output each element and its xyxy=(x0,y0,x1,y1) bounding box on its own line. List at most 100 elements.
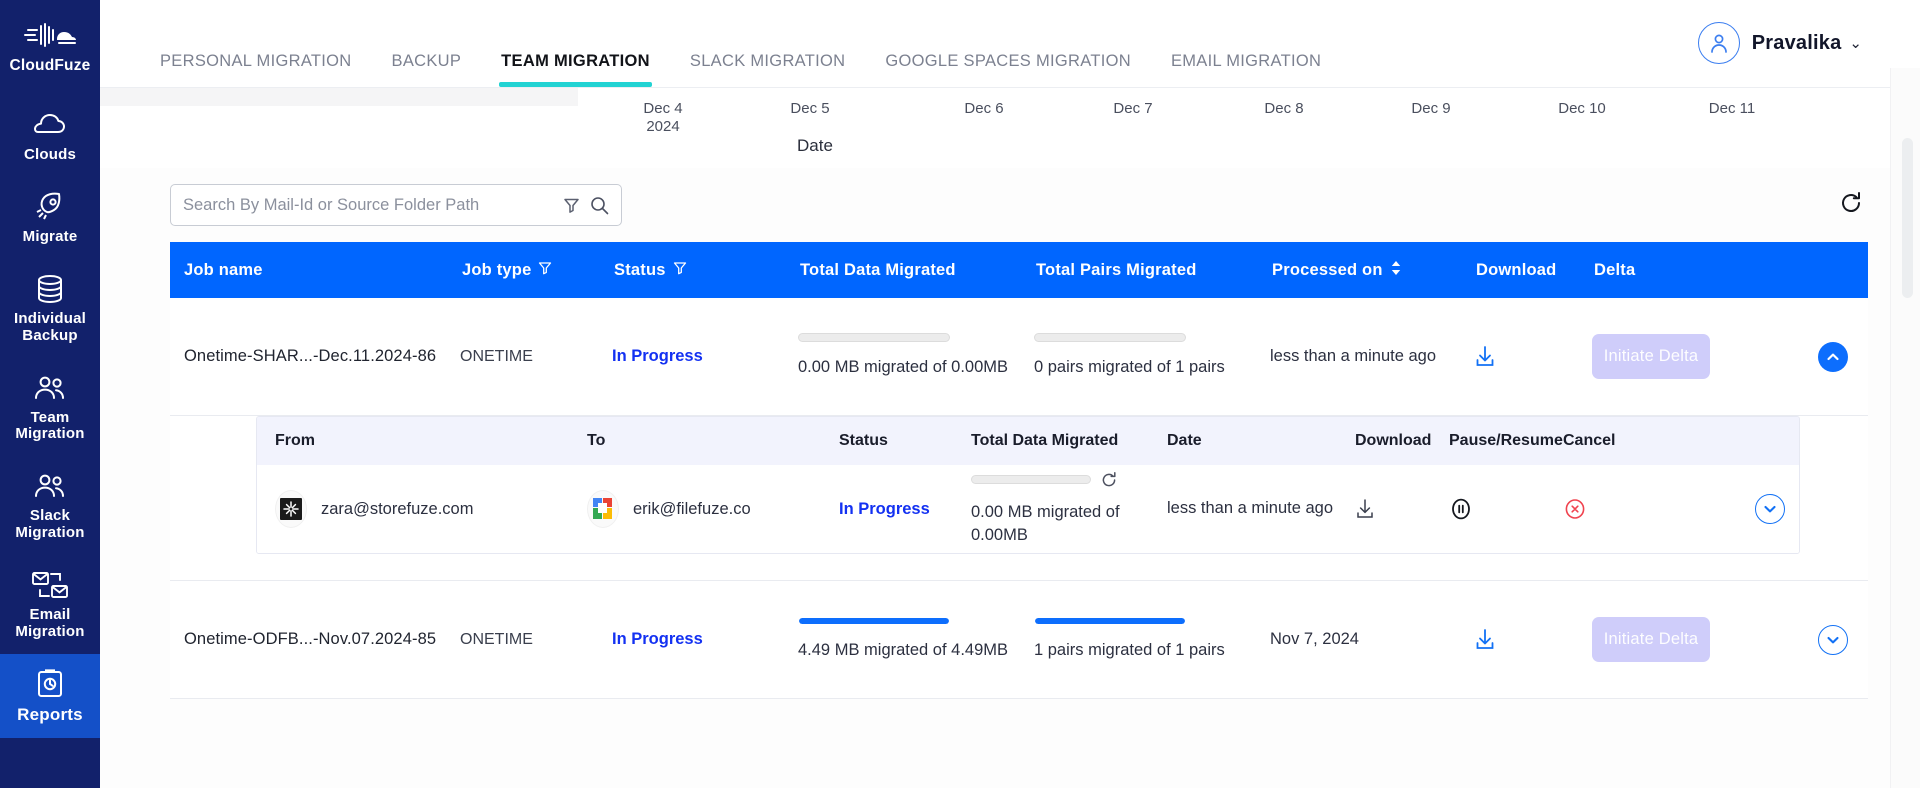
jobs-table: Job name Job type Status Total Data Migr… xyxy=(100,242,1920,699)
download-icon[interactable] xyxy=(1355,498,1449,520)
app-root: CloudFuze Clouds Migrate Individual Back… xyxy=(0,0,1920,788)
subcolumn-download: Download xyxy=(1355,432,1432,449)
x-tick: Dec 6 xyxy=(924,100,1044,118)
sidebar-item-clouds[interactable]: Clouds xyxy=(0,96,100,178)
cell-status: In Progress xyxy=(612,630,798,649)
tab-google-spaces-migration[interactable]: GOOGLE SPACES MIGRATION xyxy=(865,52,1151,87)
table-row[interactable]: Onetime-ODFB...-Nov.07.2024-85 ONETIME I… xyxy=(170,581,1868,699)
x-tick: Dec 8 xyxy=(1224,100,1344,118)
cancel-icon[interactable] xyxy=(1563,497,1659,521)
filter-icon[interactable] xyxy=(673,261,687,280)
database-icon xyxy=(36,272,64,306)
tab-personal-migration[interactable]: PERSONAL MIGRATION xyxy=(140,52,372,87)
column-total-data-migrated: Total Data Migrated xyxy=(800,260,956,279)
cell-delta: Initiate Delta xyxy=(1592,617,1752,662)
filter-icon[interactable] xyxy=(563,197,580,214)
sidebar-item-label: Slack Migration xyxy=(15,507,85,541)
x-tick-line2: 2024 xyxy=(646,118,680,135)
sidebar-brand[interactable]: CloudFuze xyxy=(0,8,100,96)
cell-sub-date: less than a minute ago xyxy=(1167,499,1334,518)
refresh-button[interactable] xyxy=(1834,186,1868,220)
subtable-row[interactable]: zara@storefuze.com erik@filefuze.co In P… xyxy=(257,465,1799,553)
x-tick-line1: Dec 9 xyxy=(1411,100,1451,117)
x-tick-line1: Dec 10 xyxy=(1558,100,1606,117)
table-header-row: Job name Job type Status Total Data Migr… xyxy=(170,242,1868,298)
x-tick-line1: Dec 6 xyxy=(964,100,1004,117)
sidebar-item-email-migration[interactable]: Email Migration xyxy=(0,556,100,655)
initiate-delta-button[interactable]: Initiate Delta xyxy=(1592,617,1710,662)
column-job-name: Job name xyxy=(184,260,263,279)
cell-total-pairs-migrated: 1 pairs migrated of 1 pairs xyxy=(1034,617,1270,662)
status-badge: In Progress xyxy=(612,630,703,648)
cell-pause-resume xyxy=(1449,497,1563,521)
cell-sub-status: In Progress xyxy=(839,500,971,519)
tab-slack-migration[interactable]: SLACK MIGRATION xyxy=(670,52,865,87)
user-menu[interactable]: Pravalika ⌄ xyxy=(1697,22,1862,64)
search-icon[interactable] xyxy=(590,196,609,215)
sidebar: CloudFuze Clouds Migrate Individual Back… xyxy=(0,0,100,788)
subtable-header-row: From To Status Total Data Migrated Date … xyxy=(257,417,1799,465)
cell-status: In Progress xyxy=(612,347,798,366)
search-box[interactable] xyxy=(170,184,622,226)
column-delta: Delta xyxy=(1594,260,1636,279)
column-processed-on[interactable]: Processed on xyxy=(1270,260,1474,281)
cell-to-account: erik@filefuze.co xyxy=(587,490,839,528)
sidebar-item-label: Email Migration xyxy=(15,605,85,640)
sidebar-brand-label: CloudFuze xyxy=(9,57,91,74)
cell-from-account: zara@storefuze.com xyxy=(257,490,587,528)
users-icon xyxy=(33,371,67,405)
sort-icon[interactable] xyxy=(1390,260,1402,281)
column-job-type[interactable]: Job type xyxy=(460,261,612,280)
refresh-small-icon[interactable] xyxy=(1100,471,1118,489)
user-name: Pravalika xyxy=(1751,31,1842,54)
initiate-delta-button[interactable]: Initiate Delta xyxy=(1592,334,1710,379)
subrow-expander[interactable] xyxy=(1755,494,1799,524)
x-tick: Dec 9 xyxy=(1371,100,1491,118)
row-expander[interactable] xyxy=(1818,341,1868,372)
tab-email-migration[interactable]: EMAIL MIGRATION xyxy=(1151,52,1341,87)
vertical-scrollbar[interactable] xyxy=(1902,138,1913,298)
x-tick-line1: Dec 8 xyxy=(1264,100,1304,117)
sidebar-item-migrate[interactable]: Migrate xyxy=(0,178,100,260)
chevron-down-icon[interactable] xyxy=(1818,624,1848,655)
search-input[interactable] xyxy=(183,195,553,215)
cell-job-type: ONETIME xyxy=(460,347,533,365)
download-icon[interactable] xyxy=(1474,345,1584,369)
cell-delta: Initiate Delta xyxy=(1592,334,1752,379)
sidebar-item-reports[interactable]: Reports xyxy=(0,654,100,739)
x-tick: Dec 10 xyxy=(1522,100,1642,118)
pairs-progress-bar xyxy=(1034,333,1186,343)
cell-processed-on: less than a minute ago xyxy=(1270,346,1437,365)
pause-icon[interactable] xyxy=(1449,497,1563,521)
sidebar-item-slack-migration[interactable]: Slack Migration xyxy=(0,457,100,556)
sidebar-item-team-migration[interactable]: Team Migration xyxy=(0,359,100,458)
chart-plot-area xyxy=(100,88,578,106)
sidebar-item-individual-backup[interactable]: Individual Backup xyxy=(0,260,100,359)
subcolumn-to: To xyxy=(587,432,606,449)
filter-icon[interactable] xyxy=(538,261,552,280)
rocket-icon xyxy=(34,190,66,224)
sidebar-item-label: Individual Backup xyxy=(13,309,86,344)
table-row[interactable]: Onetime-SHAR...-Dec.11.2024-86 ONETIME I… xyxy=(170,298,1868,416)
tab-backup[interactable]: BACKUP xyxy=(372,52,482,87)
chevron-down-icon[interactable] xyxy=(1755,494,1785,524)
cloud-icon xyxy=(33,108,67,142)
mail-exchange-icon xyxy=(31,568,69,602)
avatar xyxy=(1697,22,1740,64)
tab-team-migration[interactable]: TEAM MIGRATION xyxy=(481,52,670,87)
row-expander[interactable] xyxy=(1818,624,1868,655)
download-icon[interactable] xyxy=(1474,628,1584,652)
report-clipboard-icon xyxy=(36,666,64,700)
cell-job-name: Onetime-SHAR...-Dec.11.2024-86 xyxy=(184,347,437,365)
status-badge: In Progress xyxy=(839,499,930,518)
chevron-up-icon[interactable] xyxy=(1818,341,1848,372)
cell-download xyxy=(1474,628,1592,652)
chart-x-axis-title: Date xyxy=(797,136,833,155)
column-status[interactable]: Status xyxy=(612,261,798,280)
cell-total-data-migrated: 0.00 MB migrated of 0.00MB xyxy=(798,333,1034,379)
cell-cancel xyxy=(1563,497,1659,521)
subcolumn-from: From xyxy=(275,432,315,449)
column-total-pairs-migrated: Total Pairs Migrated xyxy=(1036,260,1197,279)
cell-sub-data-migrated: 0.00 MB migrated of 0.00MB xyxy=(971,471,1167,548)
cell-processed-on: Nov 7, 2024 xyxy=(1270,629,1359,648)
